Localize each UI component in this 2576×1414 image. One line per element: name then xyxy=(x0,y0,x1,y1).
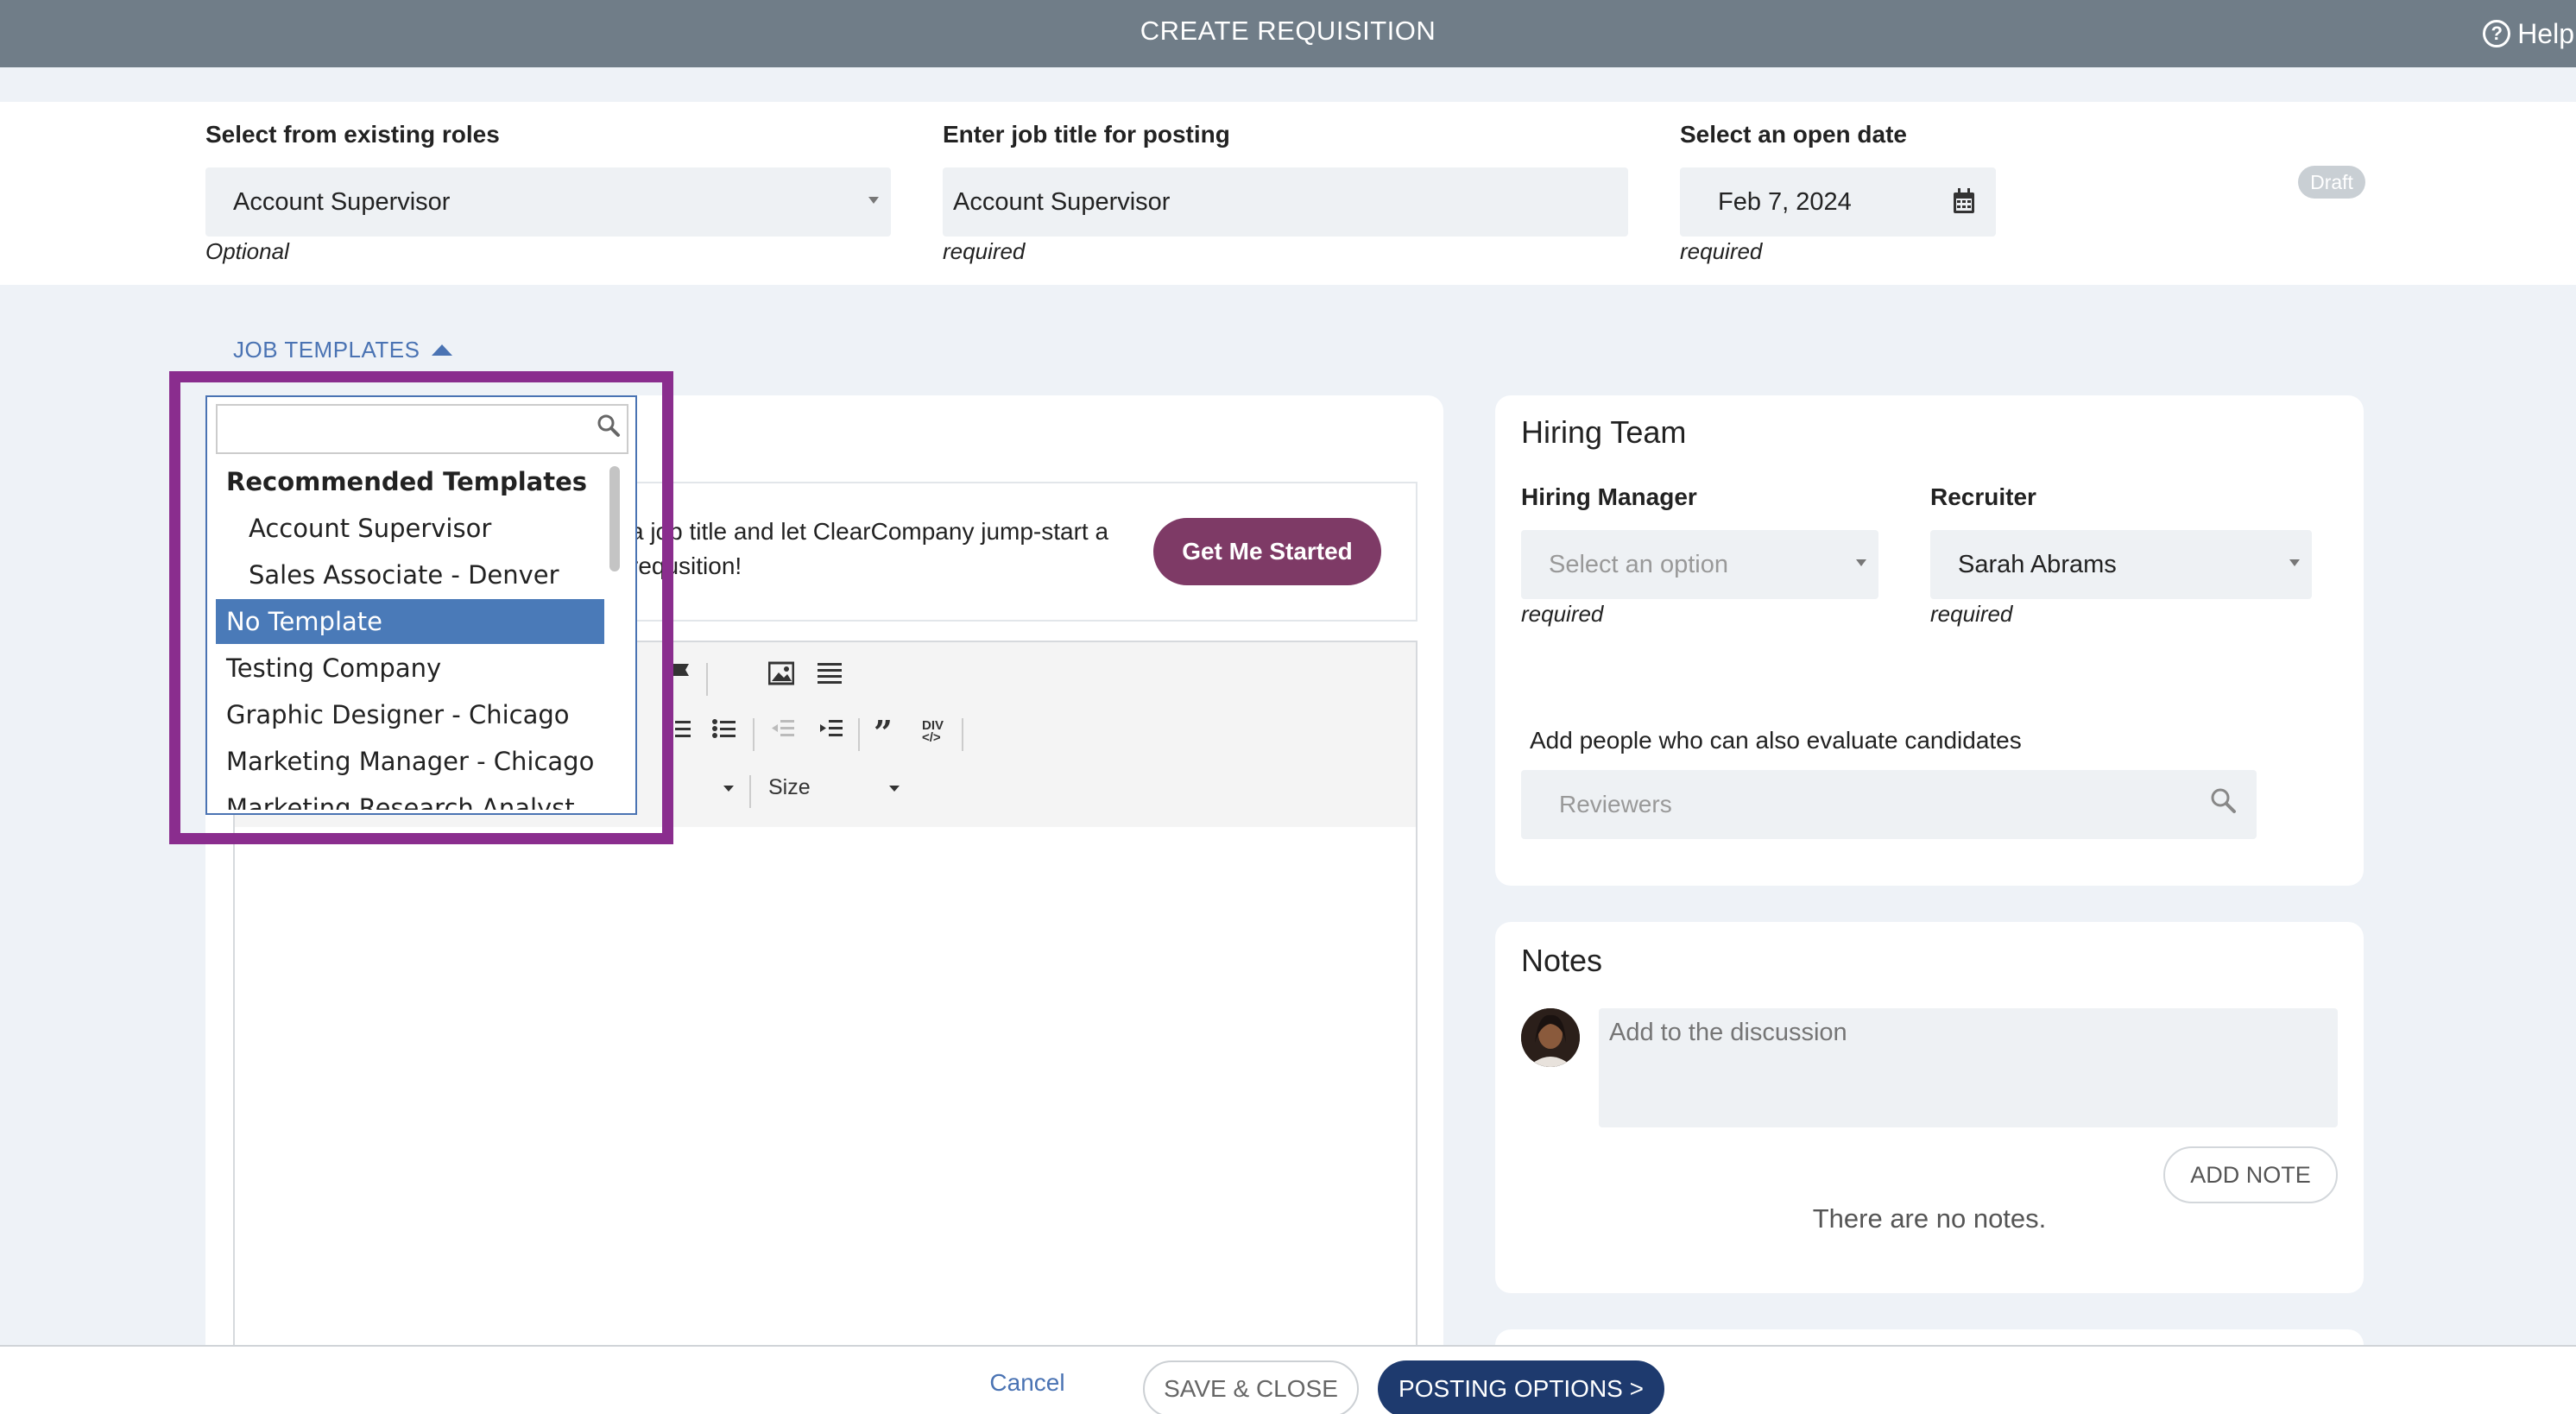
outdent-icon[interactable] xyxy=(770,716,796,748)
font-size-select[interactable]: Size xyxy=(768,775,811,800)
existing-role-select[interactable]: Account Supervisor xyxy=(205,167,891,237)
add-note-button[interactable]: ADD NOTE xyxy=(2163,1146,2338,1203)
open-date-hint: required xyxy=(1680,238,1763,264)
avatar xyxy=(1521,1008,1580,1067)
bulleted-list-icon[interactable] xyxy=(711,716,737,748)
template-option[interactable]: Marketing Research Analyst xyxy=(216,786,604,810)
hiring-manager-placeholder: Select an option xyxy=(1549,550,1728,578)
open-date-input[interactable]: Feb 7, 2024 xyxy=(1680,167,1996,237)
get-me-started-button[interactable]: Get Me Started xyxy=(1153,518,1381,585)
help-link[interactable]: ? Help xyxy=(2483,0,2576,67)
blockquote-icon[interactable]: ” xyxy=(874,713,893,752)
posting-options-button[interactable]: POSTING OPTIONS > xyxy=(1378,1360,1664,1414)
search-icon xyxy=(597,414,620,437)
template-group-header: Recommended Templates xyxy=(226,467,588,496)
template-option[interactable]: No Template xyxy=(216,599,604,644)
job-title-input[interactable]: Account Supervisor xyxy=(943,167,1628,237)
template-option[interactable]: Account Supervisor xyxy=(216,506,604,551)
job-templates-label: JOB TEMPLATES xyxy=(233,337,420,363)
font-dropdown-caret-icon[interactable] xyxy=(723,786,734,792)
question-circle-icon: ? xyxy=(2483,20,2511,47)
job-title-hint: required xyxy=(943,238,1026,264)
template-option[interactable]: Sales Associate - Denver HQ xyxy=(216,552,604,634)
recruiter-value: Sarah Abrams xyxy=(1958,550,2117,578)
template-option[interactable]: Testing Company xyxy=(216,646,604,691)
horizontal-rule-icon[interactable] xyxy=(817,661,843,692)
div-container-icon[interactable]: DIV </> xyxy=(922,719,944,744)
jump-start-text: a job title and let ClearCompany jump-st… xyxy=(630,518,1109,579)
reviewers-input[interactable]: Reviewers xyxy=(1521,770,2257,839)
recruiter-hint: required xyxy=(1930,601,2013,627)
cancel-link[interactable]: Cancel xyxy=(967,1369,1088,1397)
template-search-input[interactable] xyxy=(216,404,628,454)
existing-role-hint: Optional xyxy=(205,238,289,264)
title-bar: CREATE REQUISITION ? Help xyxy=(0,0,2576,67)
hiring-team-title: Hiring Team xyxy=(1521,414,1687,450)
size-dropdown-caret-icon[interactable] xyxy=(889,786,900,792)
description-editor[interactable] xyxy=(233,827,1417,1414)
dropdown-scroll-thumb[interactable] xyxy=(609,466,620,571)
save-close-button[interactable]: SAVE & CLOSE xyxy=(1143,1360,1359,1414)
recruiter-label: Recruiter xyxy=(1930,483,2036,510)
note-textarea[interactable] xyxy=(1599,1008,2338,1127)
status-badge: Draft xyxy=(2298,166,2365,199)
job-title-value: Account Supervisor xyxy=(953,187,1171,216)
notes-title: Notes xyxy=(1521,943,1603,978)
job-templates-toggle[interactable]: JOB TEMPLATES xyxy=(233,337,453,363)
page-title: CREATE REQUISITION xyxy=(1140,16,1436,46)
calendar-icon[interactable] xyxy=(1953,188,1975,214)
open-date-value: Feb 7, 2024 xyxy=(1718,187,1852,216)
chevron-down-icon xyxy=(868,197,879,204)
existing-role-label: Select from existing roles xyxy=(205,121,500,148)
reviewers-placeholder: Reviewers xyxy=(1559,791,1672,817)
chevron-down-icon xyxy=(2289,559,2300,566)
empty-notes-text: There are no notes. xyxy=(1812,1203,2047,1234)
existing-role-value: Account Supervisor xyxy=(233,187,451,216)
hiring-manager-hint: required xyxy=(1521,601,1604,627)
chevron-up-icon xyxy=(432,344,453,356)
recruiter-select[interactable]: Sarah Abrams xyxy=(1930,530,2312,599)
search-icon xyxy=(2211,788,2236,813)
template-option[interactable]: Marketing Manager - Chicago xyxy=(216,739,604,784)
image-icon[interactable] xyxy=(767,661,795,692)
hiring-manager-label: Hiring Manager xyxy=(1521,483,1697,510)
open-date-label: Select an open date xyxy=(1680,121,1907,148)
indent-icon[interactable] xyxy=(818,716,844,748)
chevron-down-icon xyxy=(1856,559,1866,566)
hiring-manager-select[interactable]: Select an option xyxy=(1521,530,1878,599)
reviewers-label: Add people who can also evaluate candida… xyxy=(1530,727,2022,754)
job-title-label: Enter job title for posting xyxy=(943,121,1230,148)
template-option[interactable]: Graphic Designer - Chicago xyxy=(216,692,604,737)
help-label: Help xyxy=(2517,17,2574,49)
